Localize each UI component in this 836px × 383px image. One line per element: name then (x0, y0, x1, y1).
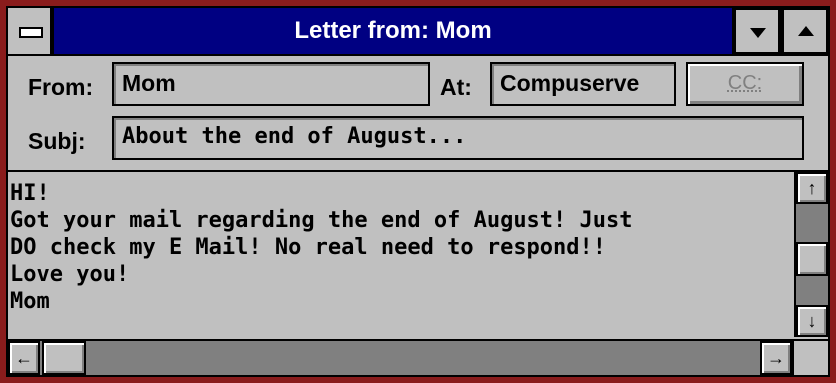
minimize-button[interactable] (734, 8, 780, 54)
message-line: HI! (10, 181, 50, 206)
message-line: DO check my E Mail! No real need to resp… (10, 235, 607, 260)
window-client: Letter from: Mom From: Mom At: Compuserv… (6, 6, 830, 377)
at-label: At: (440, 74, 472, 100)
at-field[interactable]: Compuserve (490, 62, 676, 106)
horizontal-scroll-thumb[interactable] (42, 341, 86, 375)
system-menu-button[interactable] (8, 8, 52, 54)
message-line: Love you! (10, 262, 130, 287)
message-body[interactable]: HI! Got your mail regarding the end of Au… (10, 180, 788, 335)
vertical-scrollbar[interactable]: ↑ ↓ (794, 172, 828, 337)
mail-window: Letter from: Mom From: Mom At: Compuserv… (0, 0, 836, 383)
header-panel: From: Mom At: Compuserve CC: Subj: About… (8, 56, 828, 170)
title-bar[interactable]: Letter from: Mom (8, 8, 828, 54)
scroll-down-button[interactable]: ↓ (796, 305, 828, 337)
message-line: Mom (10, 289, 50, 314)
subj-label: Subj: (28, 128, 86, 154)
message-line: Got your mail regarding the end of Augus… (10, 208, 633, 233)
system-menu-icon (19, 27, 43, 38)
scroll-left-button[interactable]: ← (8, 341, 40, 375)
vertical-scroll-thumb[interactable] (796, 242, 828, 276)
message-area[interactable]: HI! Got your mail regarding the end of Au… (8, 172, 828, 375)
from-label: From: (28, 74, 94, 100)
scroll-up-button[interactable]: ↑ (796, 172, 828, 204)
window-title: Letter from: Mom (54, 8, 732, 54)
maximize-button[interactable] (782, 8, 828, 54)
cc-button[interactable]: CC: (686, 62, 804, 106)
scrollbar-corner (792, 339, 828, 375)
scroll-right-button[interactable]: → (760, 341, 792, 375)
minimize-triangle-icon (750, 28, 766, 38)
from-field[interactable]: Mom (112, 62, 430, 106)
subject-field[interactable]: About the end of August... (112, 116, 804, 160)
maximize-triangle-icon (798, 26, 814, 36)
horizontal-scrollbar[interactable]: ← → (8, 339, 792, 375)
